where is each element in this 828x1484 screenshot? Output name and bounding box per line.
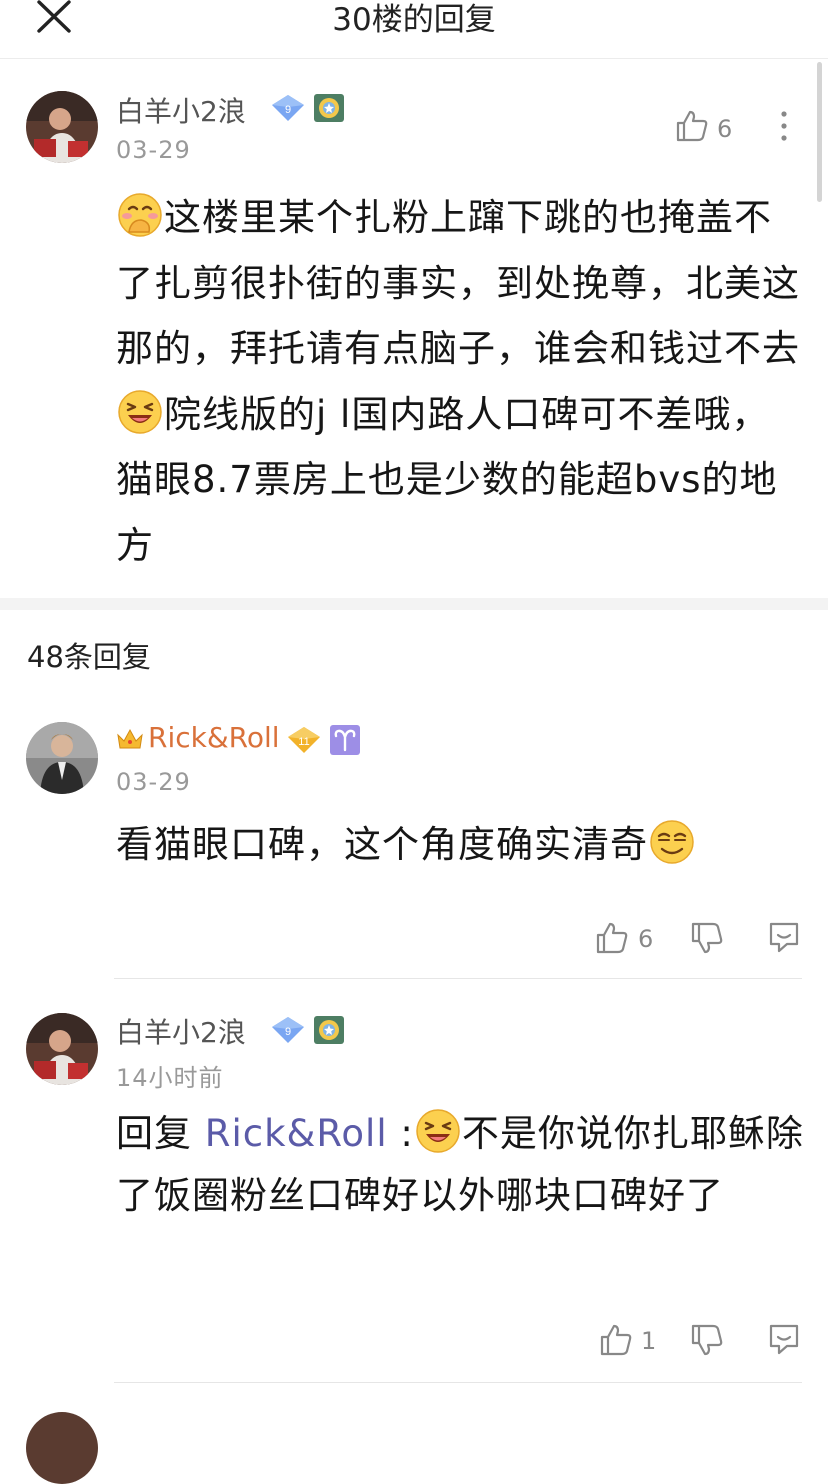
page-title: 30楼的回复 <box>332 2 496 38</box>
comment-icon <box>769 1324 799 1355</box>
reply-content: 回复 Rick&Roll : 不是你说你扎耶稣除了饭圈粉丝口碑好以外哪块口碑好了 <box>116 1103 806 1227</box>
avatar[interactable] <box>26 91 98 163</box>
like-button[interactable] <box>675 109 709 147</box>
like-button[interactable] <box>595 921 629 959</box>
level-badge-icon: 9 <box>272 1017 304 1043</box>
comment-button[interactable] <box>767 1322 801 1360</box>
laughing-emoji <box>416 1109 460 1153</box>
like-count: 6 <box>717 115 733 143</box>
reply-colon: : <box>387 1112 414 1155</box>
post-text-2: 院线版的j l国内路人口碑可不差哦，猫眼8.7票房上也是少数的能超bvs的地方 <box>116 392 778 567</box>
cover-mouth-emoji <box>118 193 162 237</box>
laughing-emoji <box>118 389 162 434</box>
reply-time: 14小时前 <box>116 1064 224 1092</box>
svg-text:9: 9 <box>285 104 291 116</box>
avatar[interactable] <box>26 1412 98 1484</box>
top-bar: 30楼的回复 <box>0 0 828 59</box>
scrollbar[interactable] <box>817 62 822 202</box>
crown-icon <box>117 728 143 749</box>
avatar[interactable] <box>26 1013 98 1085</box>
svg-text:9: 9 <box>285 1026 291 1038</box>
dislike-button[interactable] <box>690 921 724 959</box>
divider <box>114 1382 802 1383</box>
thumbs-up-icon <box>596 922 628 954</box>
thumbs-down-icon <box>691 922 723 954</box>
more-vertical-icon <box>781 111 787 141</box>
username[interactable]: 白羊小2浪 <box>116 1011 246 1051</box>
level-badge-icon: 11 <box>288 727 320 753</box>
smug-emoji <box>650 820 694 864</box>
comment-icon <box>769 922 799 953</box>
medal-icon <box>314 1016 344 1044</box>
reply-text: 看猫眼口碑，这个角度确实清奇 <box>116 823 648 866</box>
dislike-button[interactable] <box>690 1323 724 1361</box>
medal-icon <box>314 94 344 122</box>
avatar-image <box>26 722 98 794</box>
aries-icon <box>330 725 360 755</box>
post-text-1: 这楼里某个扎粉上蹿下跳的也掩盖不了扎剪很扑街的事实，到处挽尊，北美这那的，拜托请… <box>116 196 800 370</box>
reply-content: 看猫眼口碑，这个角度确实清奇 <box>116 814 806 876</box>
reply-time: 03-29 <box>116 768 191 796</box>
like-count: 1 <box>641 1327 657 1355</box>
like-count: 6 <box>638 925 654 953</box>
username[interactable]: Rick&Roll <box>148 721 280 754</box>
post-content: 这楼里某个扎粉上蹿下跳的也掩盖不了扎剪很扑街的事实，到处挽尊，北美这那的，拜托请… <box>116 185 806 578</box>
more-button[interactable] <box>775 110 793 148</box>
avatar-image <box>26 1013 98 1085</box>
level-badge-icon: 9 <box>272 95 304 121</box>
comment-button[interactable] <box>767 920 801 958</box>
replies-count: 48条回复 <box>27 640 151 674</box>
divider <box>114 978 802 979</box>
avatar[interactable] <box>26 722 98 794</box>
post-time: 03-29 <box>116 136 191 164</box>
avatar-image <box>26 1412 98 1484</box>
thumbs-down-icon <box>691 1324 723 1356</box>
thumbs-up-icon <box>600 1324 632 1356</box>
section-divider <box>0 598 828 610</box>
reply-prefix: 回复 <box>116 1112 205 1155</box>
thumbs-up-icon <box>676 110 708 142</box>
avatar-image <box>26 91 98 163</box>
mention-link[interactable]: Rick&Roll <box>205 1112 388 1155</box>
svg-text:11: 11 <box>298 736 309 748</box>
username[interactable]: 白羊小2浪 <box>116 90 246 130</box>
like-button[interactable] <box>599 1323 633 1361</box>
